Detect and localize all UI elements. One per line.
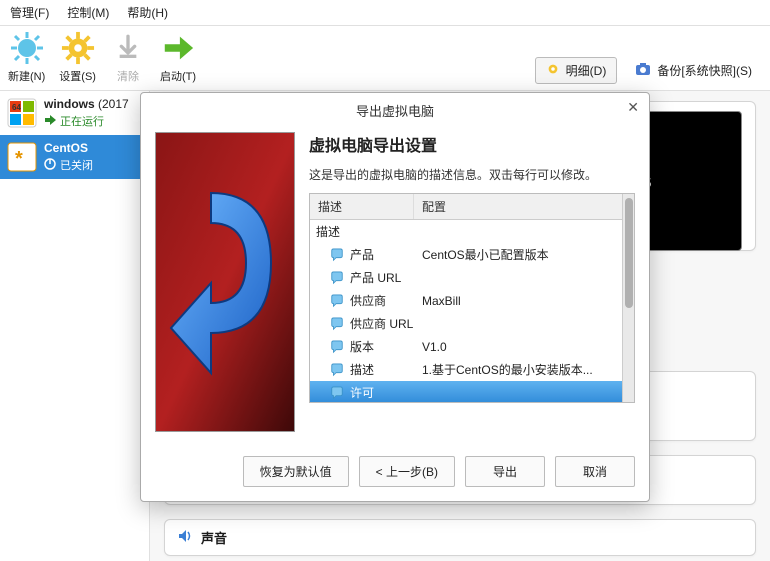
bubble-icon — [330, 340, 344, 354]
row-label: 版本 — [350, 338, 374, 355]
table-row[interactable]: 供应商 URL — [310, 312, 622, 335]
menu-control[interactable]: 控制(M) — [67, 4, 109, 21]
row-value: CentOS最小已配置版本 — [414, 246, 622, 263]
start-label: 启动(T) — [160, 68, 196, 84]
export-button[interactable]: 导出 — [465, 456, 545, 487]
back-button[interactable]: < 上一步(B) — [359, 456, 455, 487]
row-label: 许可 — [350, 384, 374, 401]
close-icon[interactable]: ✕ — [627, 99, 639, 116]
scrollbar-thumb[interactable] — [625, 198, 633, 308]
dialog-titlebar: 导出虚拟电脑 ✕ — [141, 93, 649, 128]
detail-button[interactable]: 明细(D) — [535, 57, 618, 84]
scrollbar[interactable] — [622, 194, 634, 402]
table-row[interactable]: 描述 1.基于CentOS的最小安装版本... — [310, 358, 622, 381]
start-button[interactable]: 启动(T) — [160, 30, 196, 84]
row-label: 供应商 — [350, 292, 386, 309]
row-value: 1.基于CentOS的最小安装版本... — [414, 361, 622, 378]
bubble-icon — [330, 317, 344, 331]
toolbar: 新建(N) 设置(S) 清除 启动(T) 明细(D) 备份[系统快照](S) — [0, 26, 770, 91]
new-label: 新建(N) — [8, 68, 45, 84]
restore-defaults-button[interactable]: 恢复为默认值 — [243, 456, 349, 487]
new-button[interactable]: 新建(N) — [8, 30, 45, 84]
vm-state: 已关闭 — [60, 157, 93, 173]
export-dialog: 导出虚拟电脑 ✕ 虚拟电脑导出设置 这是导出的虚拟电脑的描述信息。双击每行可以修… — [140, 92, 650, 502]
row-label: 产品 — [350, 246, 374, 263]
table-row[interactable]: 产品 CentOS最小已配置版本 — [310, 243, 622, 266]
clear-button: 清除 — [110, 30, 146, 84]
vm-item-centos[interactable]: * CentOS 已关闭 — [0, 135, 149, 179]
powered-off-icon — [44, 158, 56, 173]
wizard-art — [155, 132, 295, 432]
vm-item-windows[interactable]: 64 windows (2017 正在运行 — [0, 91, 149, 135]
svg-text:64: 64 — [12, 103, 21, 112]
table-row[interactable]: 许可 — [310, 381, 622, 402]
dialog-desc: 这是导出的虚拟电脑的描述信息。双击每行可以修改。 — [309, 166, 635, 183]
sound-header: 声音 — [201, 528, 227, 547]
row-value: MaxBill — [414, 294, 622, 308]
vm-name: windows — [44, 97, 95, 111]
menu-help[interactable]: 帮助(H) — [127, 4, 168, 21]
vm-sidebar: 64 windows (2017 正在运行 * CentOS 已关闭 — [0, 91, 150, 561]
bubble-icon — [330, 294, 344, 308]
bubble-icon — [330, 363, 344, 377]
running-arrow-icon — [44, 115, 56, 128]
svg-text:*: * — [15, 148, 23, 170]
row-label: 描述 — [316, 223, 340, 240]
windows-os-icon: 64 — [6, 97, 38, 129]
backup-button[interactable]: 备份[系统快照](S) — [625, 58, 762, 83]
clear-label: 清除 — [117, 68, 139, 84]
bubble-icon — [330, 271, 344, 285]
sound-icon — [177, 528, 193, 547]
row-label: 描述 — [350, 361, 374, 378]
menu-manage[interactable]: 管理(F) — [10, 4, 49, 21]
gear-icon — [60, 30, 96, 66]
sun-new-icon — [9, 30, 45, 66]
settings-button[interactable]: 设置(S) — [59, 30, 96, 84]
centos-os-icon: * — [6, 141, 38, 173]
table-row[interactable]: 供应商 MaxBill — [310, 289, 622, 312]
row-label: 产品 URL — [350, 269, 401, 286]
vm-suffix: (2017 — [98, 97, 129, 111]
bubble-icon — [330, 386, 344, 400]
menu-bar: 管理(F) 控制(M) 帮助(H) — [0, 0, 770, 26]
start-arrow-icon — [160, 30, 196, 66]
backup-label: 备份[系统快照](S) — [657, 62, 752, 79]
col-desc-header: 描述 — [310, 194, 414, 219]
detail-gear-icon — [546, 62, 560, 79]
table-row[interactable]: 产品 URL — [310, 266, 622, 289]
dialog-title-text: 导出虚拟电脑 — [356, 104, 434, 119]
row-value: V1.0 — [414, 340, 622, 354]
export-settings-table: 描述 配置 描述产品CentOS最小已配置版本产品 URL供应商MaxBill供… — [309, 193, 635, 403]
settings-label: 设置(S) — [59, 68, 96, 84]
clear-arrow-icon — [110, 30, 146, 66]
dialog-heading: 虚拟电脑导出设置 — [309, 132, 635, 156]
table-header: 描述 配置 — [310, 194, 622, 220]
col-conf-header: 配置 — [414, 194, 622, 219]
table-row[interactable]: 描述 — [310, 220, 622, 243]
vm-name: CentOS — [44, 141, 93, 155]
cancel-button[interactable]: 取消 — [555, 456, 635, 487]
vm-state: 正在运行 — [60, 113, 104, 129]
table-row[interactable]: 版本 V1.0 — [310, 335, 622, 358]
bubble-icon — [330, 248, 344, 262]
detail-label: 明细(D) — [566, 62, 607, 79]
row-label: 供应商 URL — [350, 315, 413, 332]
camera-icon — [635, 62, 651, 79]
